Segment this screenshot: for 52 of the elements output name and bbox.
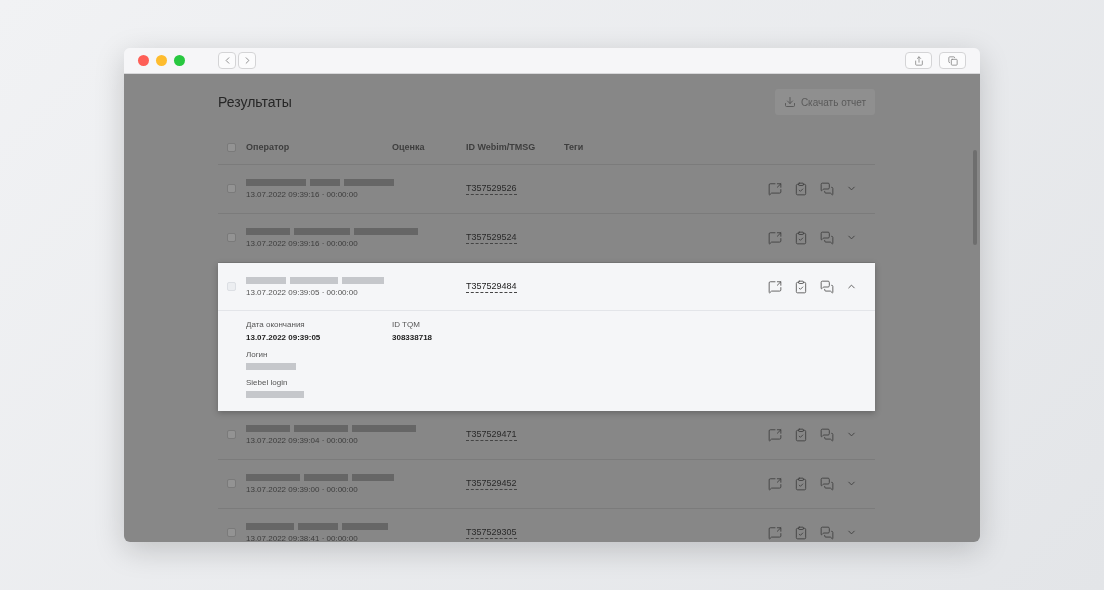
share-button[interactable]: [905, 52, 932, 69]
chat-icon[interactable]: [820, 427, 834, 442]
row-checkbox[interactable]: [227, 479, 236, 488]
detail-value: 308338718: [392, 333, 434, 342]
column-header: Теги: [564, 142, 585, 152]
share-message-icon[interactable]: [768, 181, 782, 196]
session-id-link[interactable]: T357529305: [466, 526, 517, 539]
chat-icon[interactable]: [820, 230, 834, 245]
download-icon: [783, 96, 796, 108]
clipboard-check-icon[interactable]: [794, 476, 808, 491]
share-message-icon[interactable]: [768, 525, 782, 540]
clipboard-check-icon[interactable]: [794, 279, 808, 294]
detail-value: 13.07.2022 09:39:05: [246, 333, 322, 342]
share-message-icon[interactable]: [768, 279, 782, 294]
clipboard-check-icon[interactable]: [794, 525, 808, 540]
share-message-icon[interactable]: [768, 427, 782, 442]
tabs-icon: [947, 55, 958, 66]
call-time: 13.07.2022 09:39:05 · 00:00:00: [246, 287, 359, 297]
tabs-button[interactable]: [939, 52, 966, 69]
chat-icon[interactable]: [820, 525, 834, 540]
session-id-link[interactable]: T357529471: [466, 428, 517, 441]
detail-label: Логин: [246, 350, 269, 359]
share-message-icon[interactable]: [768, 230, 782, 245]
share-message-icon[interactable]: [768, 476, 782, 491]
column-header: Оператор: [246, 142, 291, 152]
session-id-link[interactable]: T357529484: [466, 280, 517, 293]
column-header: ID Webim/TMSG: [466, 142, 537, 152]
row-checkbox[interactable]: [227, 528, 236, 537]
row-checkbox[interactable]: [227, 184, 236, 193]
back-button[interactable]: [218, 52, 236, 69]
row-checkbox[interactable]: [227, 430, 236, 439]
zoom-button[interactable]: [174, 55, 185, 66]
detail-label: ID TQM: [392, 320, 421, 329]
column-header: Оценка: [392, 142, 426, 152]
clipboard-check-icon[interactable]: [794, 427, 808, 442]
minimize-button[interactable]: [156, 55, 167, 66]
row-checkbox[interactable]: [227, 233, 236, 242]
session-id-link[interactable]: T357529524: [466, 231, 517, 244]
session-id-link[interactable]: T357529452: [466, 477, 517, 490]
session-id-link[interactable]: T357529526: [466, 182, 517, 195]
chat-icon[interactable]: [820, 476, 834, 491]
share-icon: [913, 55, 924, 66]
chat-icon[interactable]: [820, 279, 834, 294]
chat-icon[interactable]: [820, 181, 834, 196]
clipboard-check-icon[interactable]: [794, 181, 808, 196]
detail-label: Siebel login: [246, 378, 289, 387]
detail-label: Дата окончания: [246, 320, 306, 329]
close-button[interactable]: [138, 55, 149, 66]
select-all-checkbox[interactable]: [227, 142, 236, 152]
page-title: Результаты: [218, 94, 292, 110]
forward-button[interactable]: [238, 52, 256, 69]
clipboard-check-icon[interactable]: [794, 230, 808, 245]
